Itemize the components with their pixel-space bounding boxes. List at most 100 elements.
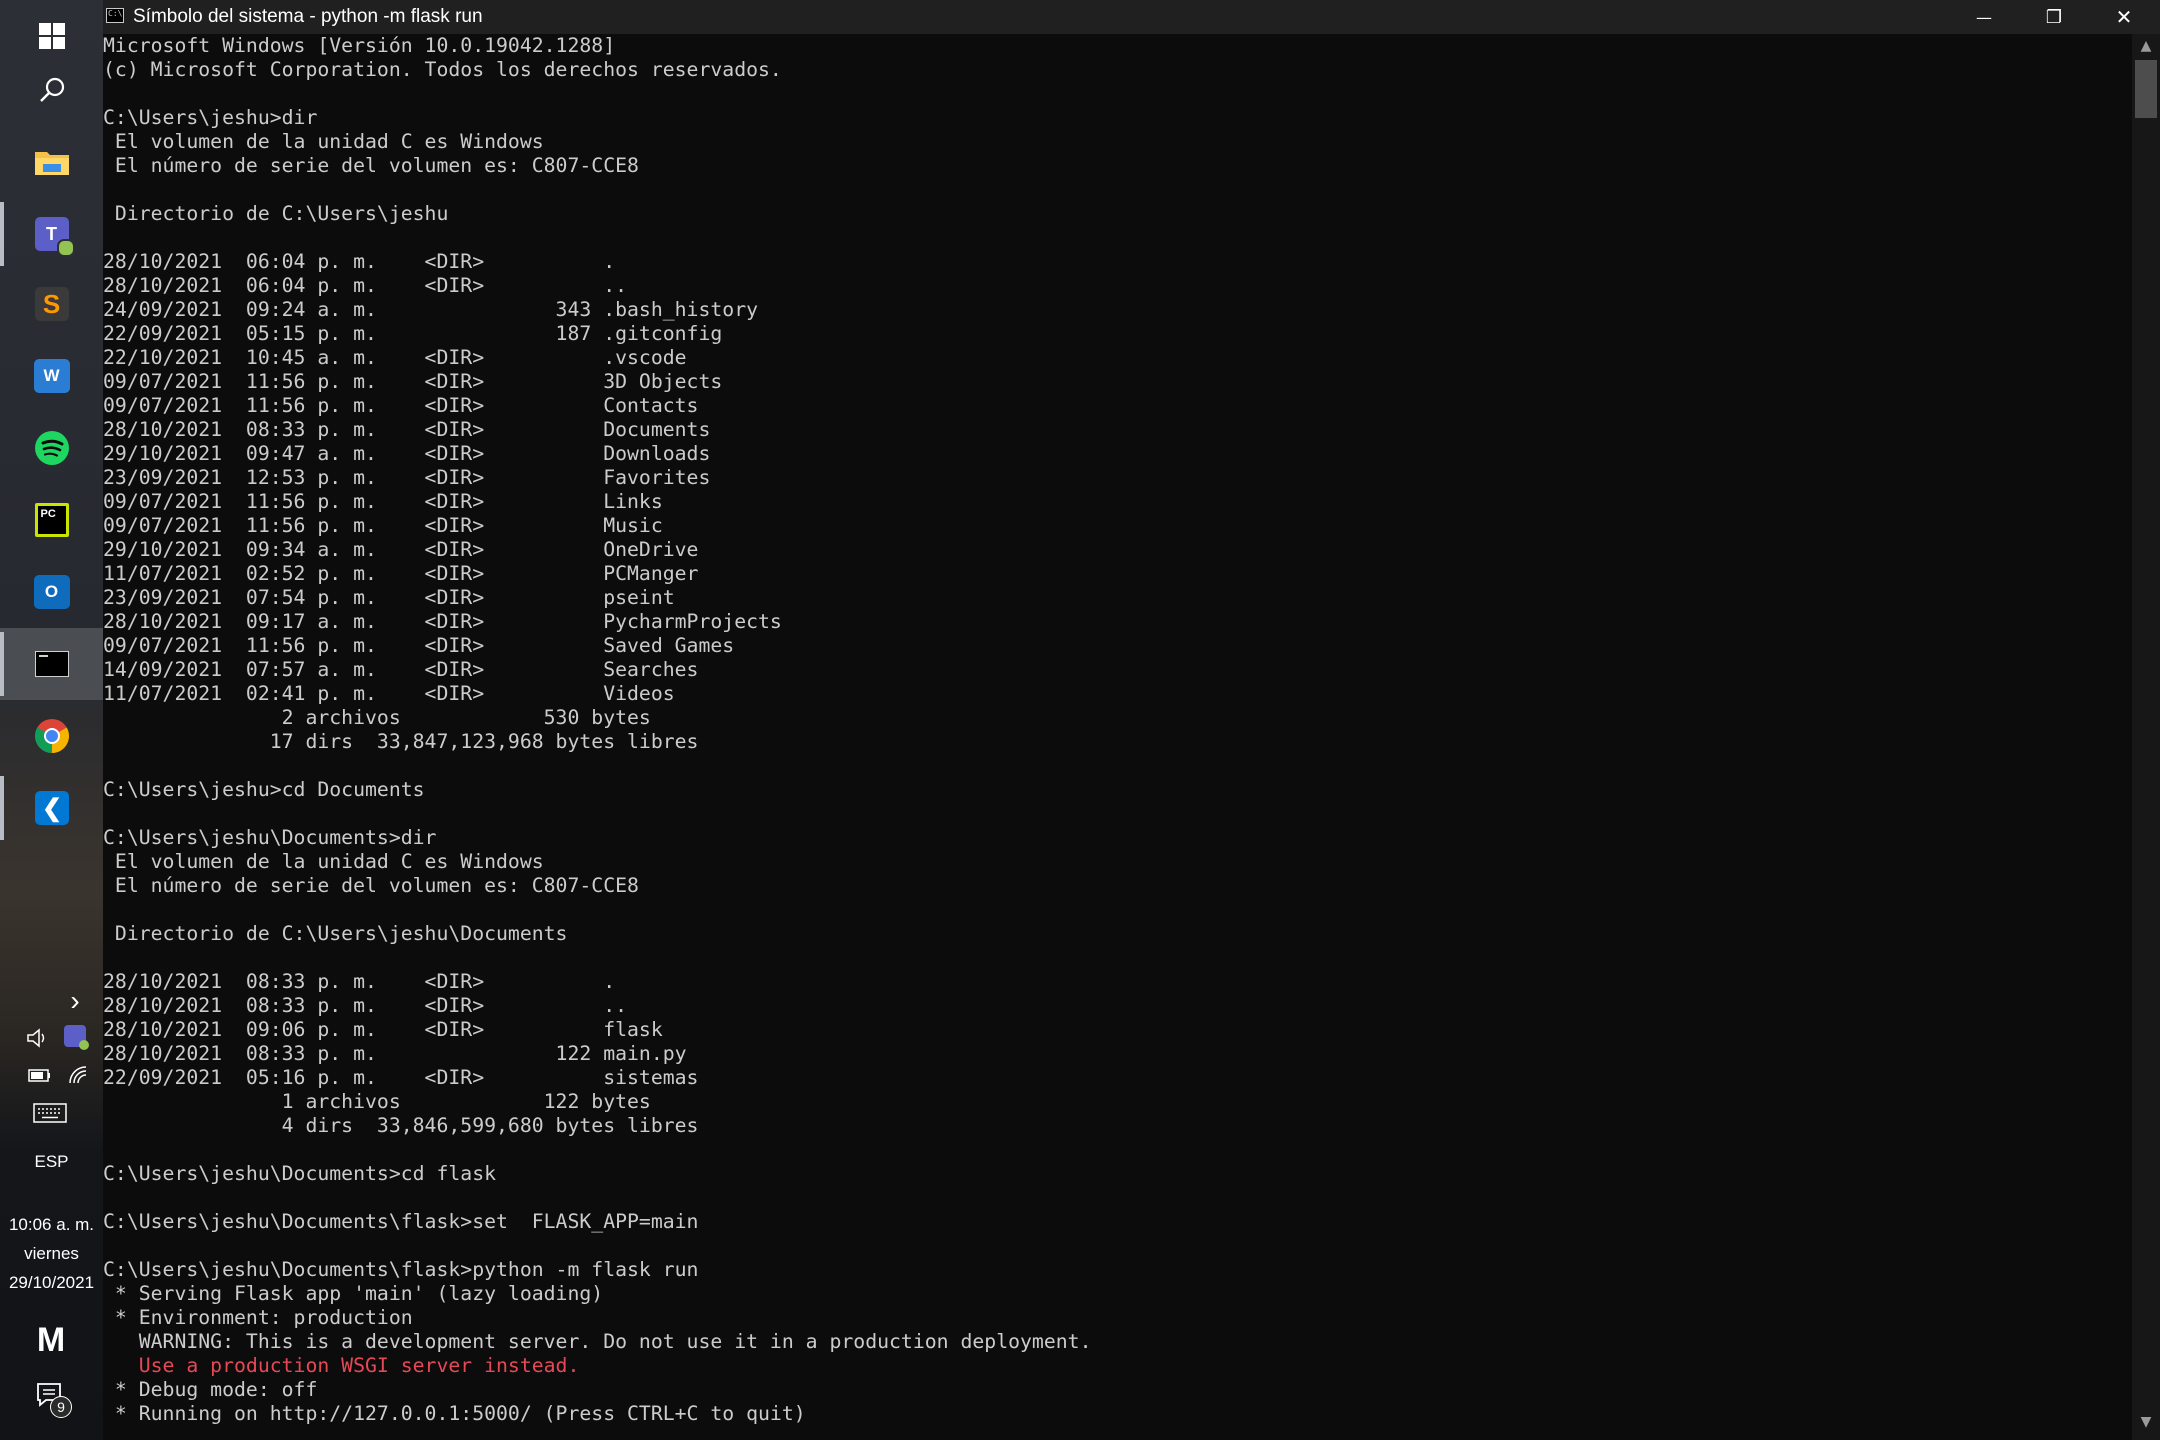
- chevron-right-icon: ›: [70, 985, 80, 1016]
- brand-logo-icon[interactable]: M: [32, 1322, 70, 1358]
- clock-time: 10:06 a. m.: [8, 1215, 95, 1234]
- outlook-icon-letter: O: [44, 582, 59, 601]
- search-button[interactable]: [0, 54, 103, 126]
- scroll-down-arrow-icon[interactable]: ▼: [2132, 1414, 2160, 1434]
- console-lines: Microsoft Windows [Versión 10.0.19042.12…: [103, 34, 2132, 1426]
- console-line: C:\Users\jeshu\Documents\flask>set FLASK…: [103, 1210, 699, 1233]
- console-line: 29/10/2021 09:34 a. m. <DIR> OneDrive: [103, 538, 699, 561]
- vscode-icon-glyph: ❯: [41, 794, 62, 822]
- sublime-icon-letter: S: [42, 288, 61, 319]
- console-line: 24/09/2021 09:24 a. m. 343 .bash_history: [103, 298, 759, 321]
- window-titlebar[interactable]: Símbolo del sistema - python -m flask ru…: [103, 0, 2160, 34]
- folder-icon: [34, 152, 69, 175]
- battery-icon[interactable]: [26, 1065, 52, 1087]
- close-button[interactable]: ✕: [2089, 0, 2159, 34]
- console-line: 09/07/2021 11:56 p. m. <DIR> 3D Objects: [103, 370, 723, 393]
- console-line: El volumen de la unidad C es Windows: [103, 850, 544, 873]
- taskbar-app-spotify[interactable]: [0, 412, 103, 484]
- teams-icon-letter: T: [46, 223, 57, 244]
- taskbar-app-sublime-text[interactable]: S: [0, 268, 103, 340]
- console-line: * Running on http://127.0.0.1:5000/ (Pre…: [103, 1402, 806, 1425]
- pycharm-icon: PC: [34, 503, 69, 537]
- console-line: 28/10/2021 08:33 p. m. 122 main.py: [103, 1042, 687, 1065]
- vertical-scrollbar[interactable]: ▲ ▼: [2132, 34, 2160, 1440]
- console-output[interactable]: Microsoft Windows [Versión 10.0.19042.12…: [103, 34, 2132, 1440]
- wifi-signal-icon: [69, 1066, 87, 1084]
- language-indicator[interactable]: ESP: [0, 1152, 103, 1172]
- console-line: (c) Microsoft Corporation. Todos los der…: [103, 58, 782, 81]
- scroll-thumb[interactable]: [2135, 60, 2157, 118]
- console-line: 28/10/2021 09:17 a. m. <DIR> PycharmProj…: [103, 610, 782, 633]
- windows-logo-icon: [38, 23, 65, 49]
- console-line: 28/10/2021 09:06 p. m. <DIR> flask: [103, 1018, 663, 1041]
- taskbar-app-command-prompt[interactable]: [0, 628, 103, 700]
- scroll-up-arrow-icon[interactable]: ▲: [2132, 38, 2160, 58]
- taskbar-app-chrome[interactable]: [0, 700, 103, 772]
- search-icon: [39, 77, 64, 102]
- console-line: C:\Users\jeshu\Documents>cd flask: [103, 1162, 497, 1185]
- console-warning-line: Use a production WSGI server instead.: [103, 1354, 580, 1377]
- taskbar-app-pycharm[interactable]: PC: [0, 484, 103, 556]
- minimize-button[interactable]: —: [1949, 0, 2019, 34]
- console-line: Microsoft Windows [Versión 10.0.19042.12…: [103, 34, 616, 57]
- window-title: Símbolo del sistema - python -m flask ru…: [133, 6, 483, 27]
- console-line: * Serving Flask app 'main' (lazy loading…: [103, 1282, 604, 1305]
- console-line: 11/07/2021 02:52 p. m. <DIR> PCManger: [103, 562, 699, 585]
- taskbar-app-outlook[interactable]: O: [0, 556, 103, 628]
- action-center-button[interactable]: 9: [36, 1382, 76, 1422]
- console-line: * Debug mode: off: [103, 1378, 318, 1401]
- console-line: 09/07/2021 11:56 p. m. <DIR> Music: [103, 514, 663, 537]
- console-line: 09/07/2021 11:56 p. m. <DIR> Saved Games: [103, 634, 735, 657]
- console-line: 28/10/2021 08:33 p. m. <DIR> ..: [103, 994, 628, 1017]
- console-line: * Environment: production: [103, 1306, 413, 1329]
- console-line: 28/10/2021 08:33 p. m. <DIR> Documents: [103, 418, 711, 441]
- console-line: C:\Users\jeshu\Documents\flask>python -m…: [103, 1258, 699, 1281]
- console-line: El volumen de la unidad C es Windows: [103, 130, 544, 153]
- console-line: 11/07/2021 02:41 p. m. <DIR> Videos: [103, 682, 675, 705]
- console-line: C:\Users\jeshu>cd Documents: [103, 778, 425, 801]
- console-line: 14/09/2021 07:57 a. m. <DIR> Searches: [103, 658, 699, 681]
- show-hidden-icons-chevron[interactable]: ›: [60, 985, 90, 1017]
- taskbar-app-file-explorer[interactable]: [0, 126, 103, 198]
- keyboard-icon: [33, 1103, 67, 1123]
- console-line: 22/09/2021 05:15 p. m. 187 .gitconfig: [103, 322, 723, 345]
- teams-icon: T: [34, 217, 75, 257]
- notification-count-badge: 9: [50, 1396, 72, 1418]
- taskbar-app-vscode[interactable]: ❯: [0, 772, 103, 844]
- console-line: 23/09/2021 07:54 p. m. <DIR> pseint: [103, 586, 675, 609]
- sublime-icon: S: [34, 287, 69, 321]
- word-icon: W: [33, 359, 70, 393]
- console-line: 1 archivos 122 bytes: [103, 1090, 651, 1113]
- taskbar: T S W PC O ❯ › ESP 10:06 a. m. viernes 2…: [0, 0, 103, 1440]
- volume-icon[interactable]: [26, 1027, 50, 1049]
- close-icon: ✕: [2115, 5, 2133, 29]
- restore-button[interactable]: ❐: [2019, 0, 2089, 34]
- console-line: 09/07/2021 11:56 p. m. <DIR> Links: [103, 490, 663, 513]
- clock-day: viernes: [24, 1244, 79, 1263]
- spotify-icon: [34, 431, 69, 465]
- console-line: 17 dirs 33,847,123,968 bytes libres: [103, 730, 699, 753]
- teams-tray-icon[interactable]: [64, 1025, 90, 1051]
- language-label: ESP: [34, 1152, 69, 1171]
- console-line: Directorio de C:\Users\jeshu\Documents: [103, 922, 568, 945]
- console-line: 22/09/2021 05:16 p. m. <DIR> sistemas: [103, 1066, 699, 1089]
- taskbar-app-teams[interactable]: T: [0, 198, 103, 270]
- console-line: 4 dirs 33,846,599,680 bytes libres: [103, 1114, 699, 1137]
- console-line: 09/07/2021 11:56 p. m. <DIR> Contacts: [103, 394, 699, 417]
- wifi-icon[interactable]: [66, 1063, 90, 1087]
- vscode-icon: ❯: [34, 791, 69, 825]
- cmd-title-icon: [106, 8, 124, 23]
- console-line: WARNING: This is a development server. D…: [103, 1330, 1092, 1353]
- console-line: 29/10/2021 09:47 a. m. <DIR> Downloads: [103, 442, 711, 465]
- clock-date: 29/10/2021: [8, 1273, 95, 1292]
- speaker-icon: [27, 1028, 45, 1048]
- touch-keyboard-icon[interactable]: [32, 1103, 68, 1125]
- taskbar-app-word[interactable]: W: [0, 340, 103, 412]
- console-line: El número de serie del volumen es: C807-…: [103, 154, 639, 177]
- clock[interactable]: 10:06 a. m. viernes 29/10/2021: [0, 1210, 103, 1297]
- console-line: 28/10/2021 08:33 p. m. <DIR> .: [103, 970, 616, 993]
- console-line: Directorio de C:\Users\jeshu: [103, 202, 449, 225]
